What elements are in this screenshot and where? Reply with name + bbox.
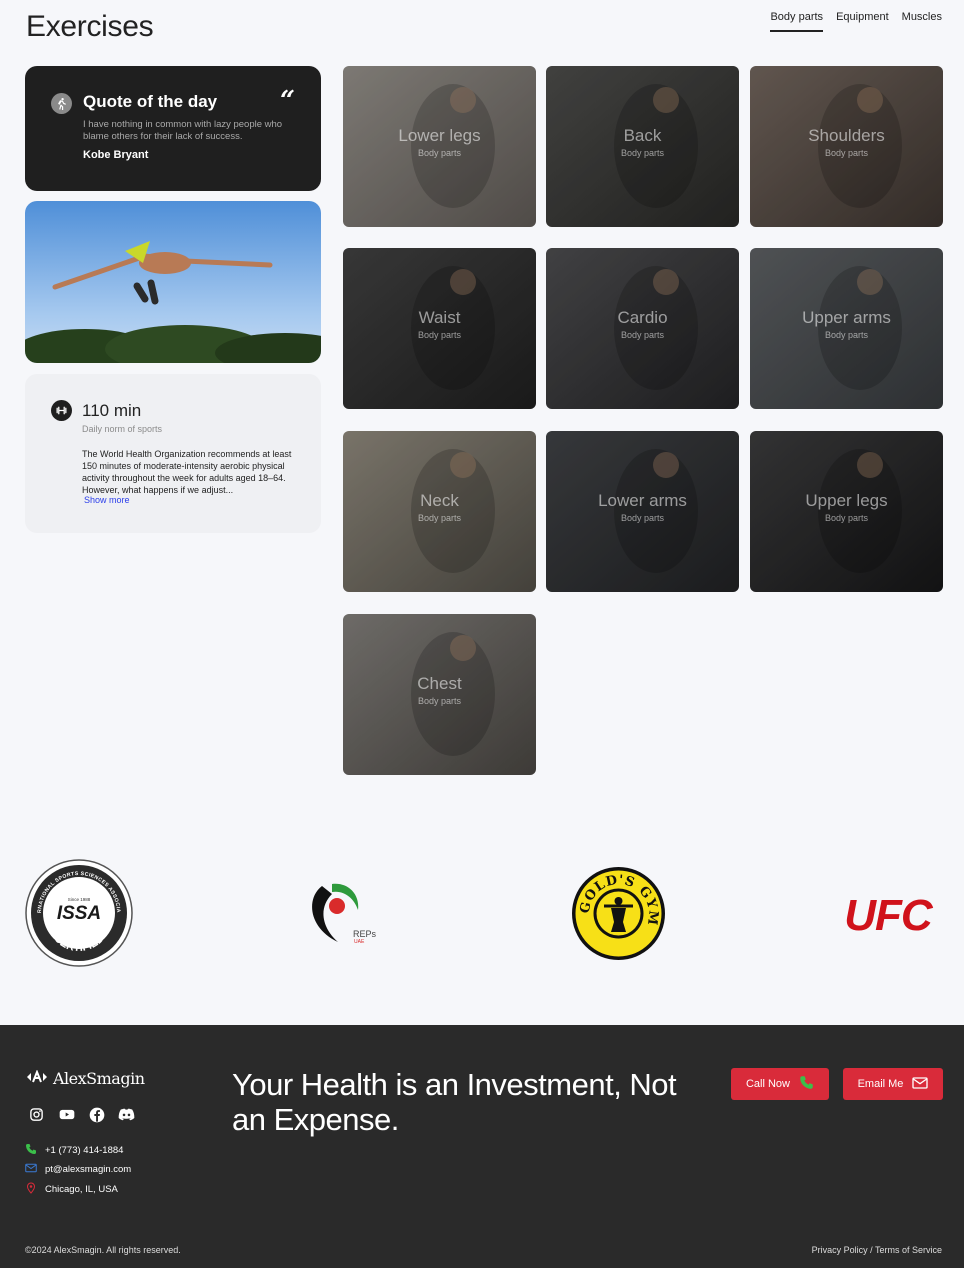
tile-subtitle: Body parts: [620, 513, 665, 523]
tile-overlay: [546, 66, 739, 227]
tile-overlay: [750, 248, 943, 409]
tab-bar: Body parts Equipment Muscles: [770, 11, 942, 32]
social-links: [28, 1106, 135, 1123]
tile-overlay: [750, 431, 943, 592]
tile-title: Lower legs: [398, 126, 481, 145]
tile-upper-legs[interactable]: Upper legs Body parts: [750, 431, 943, 592]
tile-title: Upper arms: [802, 308, 891, 327]
hero-image: [25, 201, 321, 363]
copyright: ©2024 AlexSmagin. All rights reserved.: [25, 1245, 181, 1255]
page-title: Exercises: [26, 10, 154, 43]
tile-chest[interactable]: Chest Body parts: [343, 614, 536, 775]
daily-norm-text: The World Health Organization recommends…: [82, 449, 292, 495]
tile-subtitle: Body parts: [824, 330, 869, 340]
tile-subtitle: Body parts: [417, 513, 462, 523]
tile-overlay: [546, 248, 739, 409]
quote-title: Quote of the day: [83, 92, 218, 111]
issa-logo: INTERNATIONAL SPORTS SCIENCES ASSOCIATIO…: [23, 855, 133, 967]
contact-email[interactable]: pt@alexsmagin.com: [25, 1163, 131, 1176]
tile-cardio[interactable]: Cardio Body parts: [546, 248, 739, 409]
tab-muscles[interactable]: Muscles: [902, 11, 942, 32]
youtube-icon[interactable]: [58, 1106, 75, 1123]
phone-icon: [25, 1143, 37, 1158]
call-now-label: Call Now: [745, 1078, 790, 1090]
quote-text: I have nothing in common with lazy peopl…: [83, 119, 283, 142]
tile-title: Lower arms: [598, 491, 687, 510]
tile-title: Back: [623, 126, 662, 145]
tile-shoulders[interactable]: Shoulders Body parts: [750, 66, 943, 227]
reps-sub: UAE: [354, 939, 365, 945]
tile-subtitle: Body parts: [417, 148, 462, 158]
golds-gym-logo: GOLD'S GYM: [571, 866, 666, 961]
quote-mark-icon: “: [280, 86, 295, 116]
issa-mark: ISSA: [57, 903, 101, 924]
tile-overlay: [750, 66, 943, 227]
tile-overlay: [343, 614, 536, 775]
tile-lower-arms[interactable]: Lower arms Body parts: [546, 431, 739, 592]
brand-mark-icon: [25, 1069, 49, 1088]
reps-uae-logo: REPs UAE: [308, 880, 382, 946]
tile-title: Neck: [420, 491, 459, 510]
contact-location: Chicago, IL, USA: [25, 1182, 118, 1197]
quote-card: Quote of the day “ I have nothing in com…: [25, 66, 321, 191]
tile-subtitle: Body parts: [417, 696, 462, 706]
tile-subtitle: Body parts: [620, 148, 665, 158]
tab-equipment[interactable]: Equipment: [836, 11, 889, 32]
tile-title: Chest: [417, 674, 462, 693]
phone-number: +1 (773) 414-1884: [45, 1145, 124, 1156]
discord-icon[interactable]: [118, 1106, 135, 1123]
tile-back[interactable]: Back Body parts: [546, 66, 739, 227]
tile-subtitle: Body parts: [824, 148, 869, 158]
daily-norm-label: Daily norm of sports: [82, 424, 163, 434]
dumbbell-icon: [51, 400, 72, 421]
runner-icon: [51, 93, 72, 114]
email-address: pt@alexsmagin.com: [45, 1164, 132, 1175]
ufc-logo: UFC: [836, 890, 940, 940]
show-more-link[interactable]: Show more: [84, 495, 130, 505]
tile-subtitle: Body parts: [417, 330, 462, 340]
tile-subtitle: Body parts: [620, 330, 665, 340]
tile-overlay: [343, 66, 536, 227]
issa-since: Since 1988: [68, 897, 91, 902]
mail-icon: [25, 1163, 37, 1176]
tile-upper-arms[interactable]: Upper arms Body parts: [750, 248, 943, 409]
footer: AlexSmagin +1 (773) 414-1884 pt@alexsmag…: [0, 1025, 964, 1268]
location-pin-icon: [25, 1182, 37, 1197]
quote-author: Kobe Bryant: [83, 149, 149, 161]
tile-neck[interactable]: Neck Body parts: [343, 431, 536, 592]
facebook-icon[interactable]: [88, 1106, 105, 1123]
reps-text: REPs: [353, 929, 377, 939]
call-now-button[interactable]: Call Now: [731, 1068, 829, 1100]
phone-icon: [799, 1075, 814, 1093]
tile-subtitle: Body parts: [824, 513, 869, 523]
mail-icon: [912, 1076, 929, 1092]
email-me-label: Email Me: [857, 1078, 904, 1090]
daily-norm-card: 110 min Daily norm of sports The World H…: [25, 374, 321, 533]
tile-overlay: [343, 431, 536, 592]
footer-slogan: Your Health is an Investment, Not an Exp…: [232, 1067, 677, 1137]
tile-lower-legs[interactable]: Lower legs Body parts: [343, 66, 536, 227]
email-me-button[interactable]: Email Me: [843, 1068, 943, 1100]
contact-phone[interactable]: +1 (773) 414-1884: [25, 1143, 123, 1158]
location-text: Chicago, IL, USA: [45, 1184, 118, 1195]
tile-title: Waist: [418, 308, 461, 327]
tab-body-parts[interactable]: Body parts: [770, 11, 824, 32]
brand-name: AlexSmagin: [53, 1069, 145, 1088]
tile-overlay: [343, 248, 536, 409]
instagram-icon[interactable]: [28, 1106, 45, 1123]
tile-title: Upper legs: [805, 491, 888, 510]
ufc-text: UFC: [844, 891, 934, 938]
tile-waist[interactable]: Waist Body parts: [343, 248, 536, 409]
tile-title: Cardio: [617, 308, 668, 327]
tile-overlay: [546, 431, 739, 592]
daily-norm-value: 110 min: [82, 401, 142, 420]
brand-logo[interactable]: AlexSmagin: [25, 1069, 145, 1088]
tile-title: Shoulders: [808, 126, 885, 145]
legal-links[interactable]: Privacy Policy / Terms of Service: [812, 1245, 942, 1255]
